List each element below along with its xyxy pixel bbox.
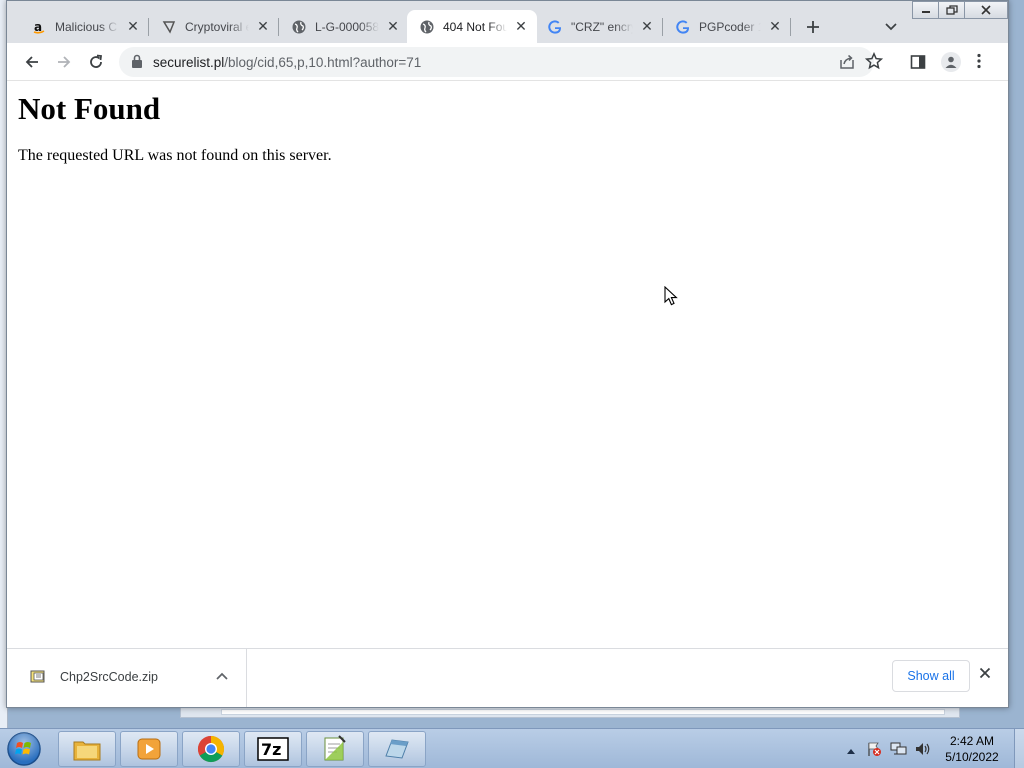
tab-crz-encry[interactable]: "CRZ" encry ✕: [535, 10, 663, 43]
chrome-icon: [197, 735, 225, 763]
download-shelf: Chp2SrcCode.zip Show all: [7, 648, 1008, 707]
chevron-up-icon[interactable]: [216, 669, 228, 683]
tab-title: 404 Not Fou: [443, 19, 507, 34]
svg-text:7z: 7z: [261, 740, 281, 759]
share-icon[interactable]: [839, 54, 855, 73]
bookmark-star-icon[interactable]: [864, 51, 884, 73]
close-window-button[interactable]: [964, 1, 1008, 19]
new-tab-button[interactable]: [801, 15, 825, 39]
person-icon: [945, 56, 957, 68]
clock-time: 2:42 AM: [949, 734, 995, 748]
restore-button[interactable]: [938, 1, 965, 19]
amazon-icon: a: [31, 19, 47, 35]
tab-strip: a Malicious C ✕ Cryptoviral e ✕ L-G-0000…: [7, 1, 1008, 43]
profile-avatar[interactable]: [941, 52, 961, 72]
taskbar-app-button[interactable]: [368, 731, 426, 767]
crypto-site-icon: [161, 19, 177, 35]
windows-taskbar: 7z 2:42 AM 5/10/2022: [0, 728, 1024, 768]
tab-title: L-G-000058: [315, 19, 379, 34]
tab-title: "CRZ" encry: [571, 19, 633, 34]
address-bar[interactable]: securelist.pl/blog/cid,65,p,10.html?auth…: [119, 47, 884, 77]
action-center-flag-icon[interactable]: [866, 741, 882, 760]
taskbar-media-player-button[interactable]: [120, 731, 178, 767]
back-arrow-icon: [25, 56, 38, 68]
tab-close-icon[interactable]: ✕: [125, 18, 141, 35]
windows-orb-icon: [7, 732, 41, 766]
tab-search-button[interactable]: [879, 15, 903, 39]
url-text[interactable]: securelist.pl/blog/cid,65,p,10.html?auth…: [153, 55, 421, 70]
close-download-shelf-icon[interactable]: [979, 667, 991, 682]
tab-404-not-found[interactable]: 404 Not Fou ✕: [407, 10, 537, 43]
page-content: Not Found The requested URL was not foun…: [7, 81, 1008, 648]
windows-explorer-icon: [73, 741, 101, 761]
google-icon: [547, 19, 563, 35]
globe-icon: [419, 19, 435, 35]
show-all-downloads-button[interactable]: Show all: [892, 660, 970, 692]
plus-icon: [807, 21, 819, 33]
restore-icon: [945, 5, 958, 15]
download-item[interactable]: Chp2SrcCode.zip: [7, 649, 247, 707]
tray-expand-icon[interactable]: [846, 744, 856, 758]
url-path: /blog/cid,65,p,10.html?author=71: [224, 55, 422, 70]
notepad-plus-icon: [324, 735, 346, 761]
start-button[interactable]: [4, 730, 44, 768]
tab-title: Malicious C: [55, 19, 118, 34]
tab-title: PGPcoder 1: [699, 19, 761, 34]
error-message: The requested URL was not found on this …: [18, 147, 332, 164]
window-controls: [912, 1, 1008, 19]
tab-close-icon[interactable]: ✕: [767, 18, 783, 35]
close-icon: [981, 5, 991, 15]
reload-button[interactable]: [83, 49, 109, 75]
tab-pgpcoder[interactable]: PGPcoder 1 ✕: [663, 10, 791, 43]
generic-app-icon: [385, 739, 409, 759]
url-domain: securelist.pl: [153, 55, 225, 70]
page-title: Not Found: [18, 91, 161, 126]
lock-icon[interactable]: [131, 54, 143, 72]
chrome-window: a Malicious C ✕ Cryptoviral e ✕ L-G-0000…: [6, 0, 1009, 708]
minimize-button[interactable]: [912, 1, 939, 19]
download-file-name: Chp2SrcCode.zip: [60, 670, 158, 684]
minimize-icon: [921, 11, 930, 13]
tab-title: Cryptoviral e: [185, 19, 249, 34]
side-panel-icon[interactable]: [910, 54, 926, 73]
zip-file-icon: [30, 669, 48, 688]
taskbar-chrome-button[interactable]: [182, 731, 240, 767]
forward-arrow-icon: [58, 56, 71, 68]
taskbar-notepad-plus-button[interactable]: [306, 731, 364, 767]
7zip-icon: 7z: [257, 737, 289, 761]
taskbar-7zip-button[interactable]: 7z: [244, 731, 302, 767]
google-icon: [675, 19, 691, 35]
network-icon[interactable]: [890, 741, 908, 760]
media-player-icon: [137, 738, 161, 760]
tab-malicious[interactable]: a Malicious C ✕: [19, 10, 149, 43]
mouse-cursor-icon: [664, 285, 678, 309]
taskbar-explorer-button[interactable]: [58, 731, 116, 767]
globe-icon: [291, 19, 307, 35]
tab-cryptoviral[interactable]: Cryptoviral e ✕: [149, 10, 279, 43]
back-button[interactable]: [19, 49, 45, 75]
chevron-down-icon: [885, 23, 897, 31]
system-clock[interactable]: 2:42 AM 5/10/2022: [926, 733, 1018, 765]
reload-icon: [90, 54, 103, 68]
browser-toolbar: securelist.pl/blog/cid,65,p,10.html?auth…: [7, 43, 1008, 81]
clock-date: 5/10/2022: [945, 750, 999, 764]
forward-button[interactable]: [51, 49, 77, 75]
tab-close-icon[interactable]: ✕: [255, 18, 271, 35]
show-desktop-button[interactable]: [1014, 729, 1024, 768]
tab-close-icon[interactable]: ✕: [385, 18, 401, 35]
more-menu-icon[interactable]: [977, 53, 981, 72]
tab-close-icon[interactable]: ✕: [513, 18, 529, 35]
tab-l-g-000058[interactable]: L-G-000058 ✕: [279, 10, 409, 43]
tab-close-icon[interactable]: ✕: [639, 18, 655, 35]
